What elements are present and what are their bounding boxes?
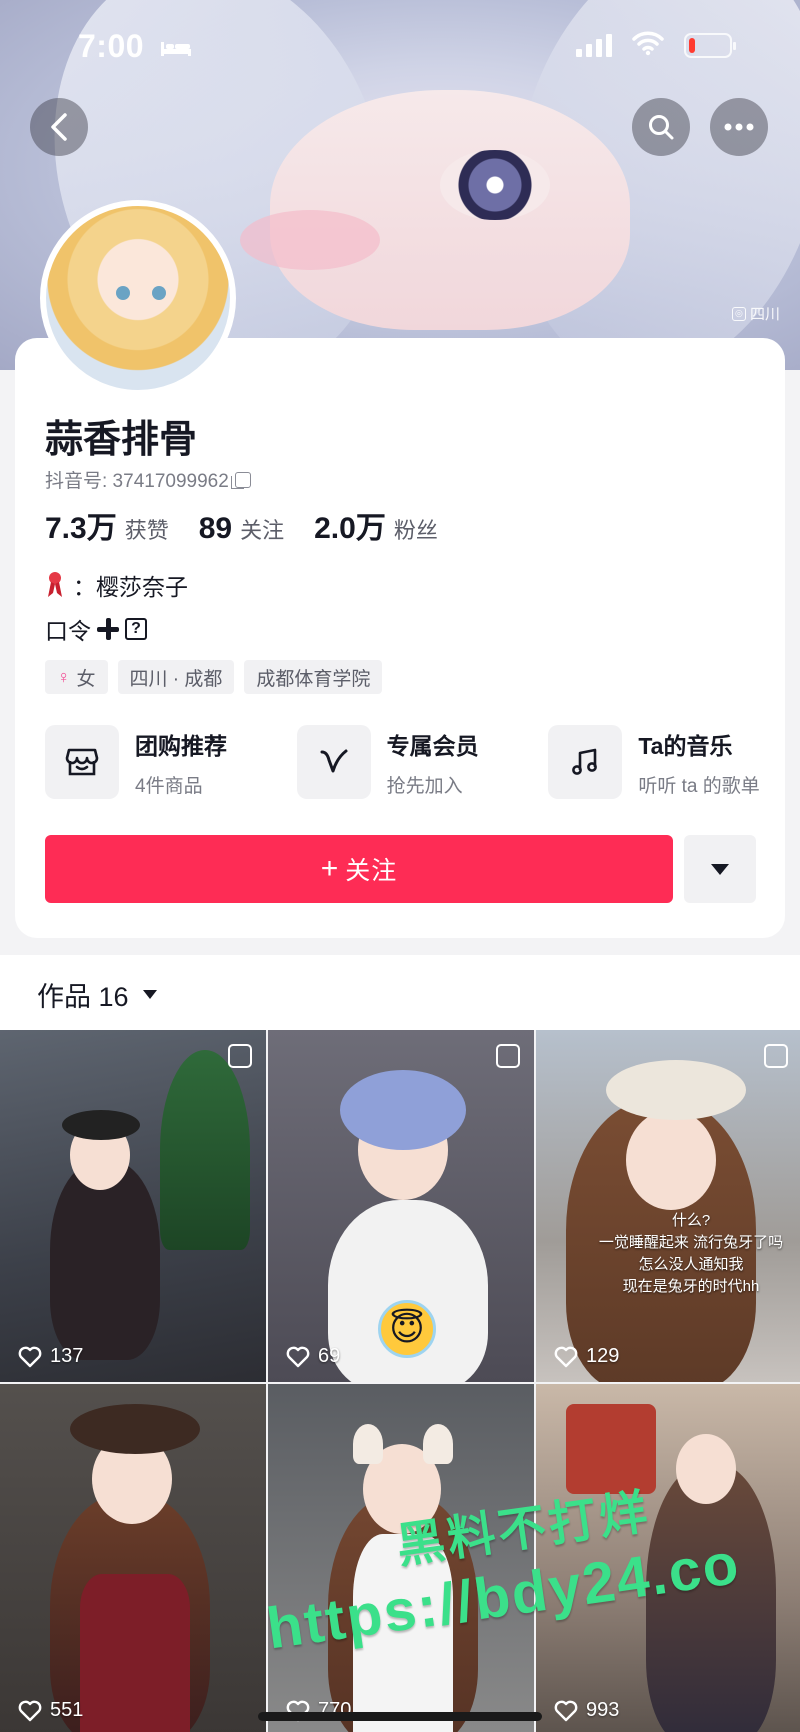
stat-followers[interactable]: 2.0万 粉丝 [314,503,438,547]
back-button[interactable] [30,98,88,156]
battery-icon [684,33,736,58]
status-time: 7:00 [78,28,145,64]
heart-icon [18,1346,42,1367]
plus-icon: + [320,852,340,885]
entry-membership[interactable]: 专属会员 抢先加入 [296,725,549,799]
heart-icon [554,1700,578,1721]
profile-name: 蒜香排骨 [45,419,198,461]
status-bar: 7:00 [0,0,800,92]
like-count: 993 [554,1699,619,1722]
select-checkbox[interactable] [228,1044,252,1068]
profile-stats: 7.3万 获赞 89 关注 2.0万 粉丝 [45,503,438,547]
select-checkbox[interactable] [764,1044,788,1068]
avatar[interactable] [40,200,236,396]
search-button[interactable] [632,98,690,156]
caret-down-icon [142,990,157,999]
douyin-id[interactable]: 抖音号: 37417099962 [45,466,251,493]
more-dots-icon [724,123,754,131]
video-thumbnail[interactable]: 770 [268,1384,534,1732]
ribbon-icon [48,572,62,597]
bio-line-2: 口令 ? [45,612,147,646]
plus-icon [97,618,119,640]
profile-entries: 团购推荐 4件商品 专属会员 抢先加入 Ta的音乐 听听 ta 的歌单 [45,725,800,799]
entry-music[interactable]: Ta的音乐 听听 ta 的歌单 [548,725,800,799]
like-count: 129 [554,1345,619,1368]
heart-icon [554,1346,578,1367]
entry-group-buy[interactable]: 团购推荐 4件商品 [45,725,297,799]
banner-location-tag: ◎ 四川 [731,303,780,324]
cellular-signal-icon [576,34,612,57]
select-checkbox[interactable] [496,1044,520,1068]
female-icon: ♀ [57,666,71,687]
video-thumbnail[interactable]: 551 [0,1384,266,1732]
tab-works[interactable]: 作品 16 [37,975,157,1014]
caret-down-icon [711,863,729,875]
v-icon [296,725,371,799]
music-icon [548,725,623,799]
like-count: 551 [18,1699,83,1722]
search-icon [649,115,674,140]
question-box-icon: ? [125,618,147,640]
like-count: 137 [18,1345,83,1368]
copy-icon[interactable] [230,471,251,489]
wifi-icon [632,31,664,56]
video-thumbnail[interactable]: 137 [0,1030,266,1382]
video-caption: 什么? 一觉睡醒起来 流行兔牙了吗 怎么没人通知我 现在是兔牙的时代hh [598,1212,784,1295]
heart-icon [286,1346,310,1367]
bio-line-1: ：樱莎奈子 [45,568,188,602]
video-thumbnail[interactable]: 😇 69 [268,1030,534,1382]
tag-gender: ♀ 女 [45,660,108,694]
stat-following[interactable]: 89 关注 [199,512,284,546]
like-count: 69 [286,1345,340,1368]
battery-level [689,38,695,53]
chevron-left-icon [51,113,67,141]
halo-smile-emoji: 😇 [378,1300,436,1358]
shop-icon [45,725,119,799]
more-options-button[interactable] [710,98,768,156]
profile-tags: ♀ 女 四川 · 成都 成都体育学院 [45,660,383,694]
recommend-dropdown-button[interactable] [684,835,756,903]
video-thumbnail[interactable]: 什么? 一觉睡醒起来 流行兔牙了吗 怎么没人通知我 现在是兔牙的时代hh 129 [536,1030,800,1382]
location-icon: ◎ [731,306,746,321]
follow-button[interactable]: + 关注 [45,835,673,903]
tag-location: 四川 · 成都 [117,660,235,694]
tag-school[interactable]: 成都体育学院 [244,660,383,694]
video-thumbnail[interactable]: 993 [536,1384,800,1732]
sleep-focus-icon [161,42,191,56]
home-indicator[interactable] [258,1712,542,1721]
stat-likes[interactable]: 7.3万 获赞 [45,503,169,547]
works-grid: 137 😇 69 什么? 一觉睡醒起来 流行兔牙了吗 怎么没人通知我 现在是兔牙… [0,1030,800,1732]
works-tab-bar: 作品 16 [0,955,800,1030]
heart-icon [18,1700,42,1721]
